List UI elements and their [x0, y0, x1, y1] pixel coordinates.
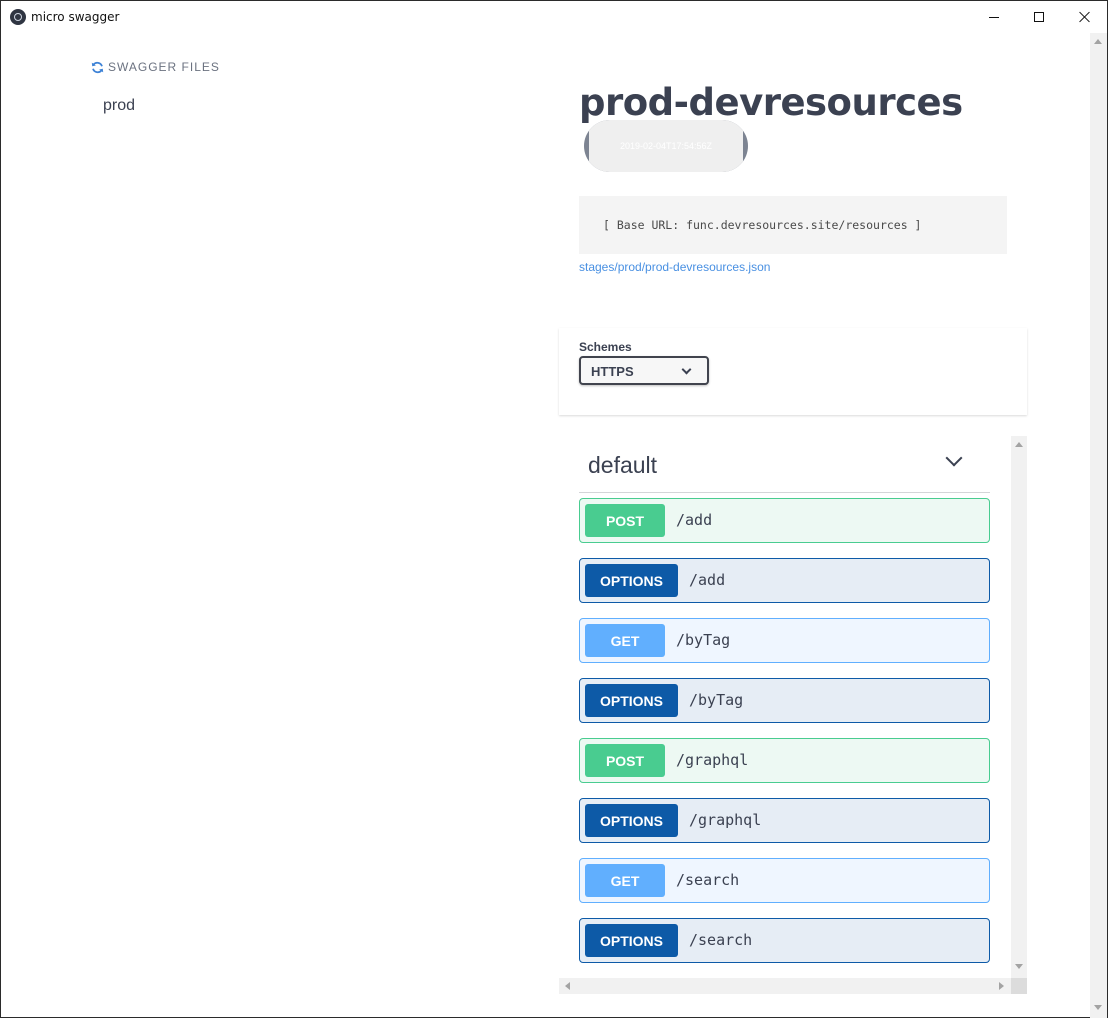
- tag-name: default: [588, 452, 658, 478]
- sidebar-item-prod[interactable]: prod: [103, 97, 135, 115]
- scroll-down-icon[interactable]: [1015, 964, 1023, 969]
- base-url-box: [ Base URL: func.devresources.site/resou…: [579, 196, 1007, 254]
- method-badge: OPTIONS: [585, 684, 678, 717]
- operation-path: /add: [689, 571, 726, 589]
- base-url: [ Base URL: func.devresources.site/resou…: [603, 218, 922, 232]
- schemes-value: HTTPS: [591, 364, 634, 379]
- operation-row[interactable]: OPTIONS /search: [579, 918, 990, 963]
- method-badge: GET: [585, 624, 665, 657]
- maximize-icon: [1034, 12, 1044, 22]
- method-badge: POST: [585, 744, 665, 777]
- close-icon: [1079, 11, 1091, 23]
- schemes-panel: Schemes HTTPS: [559, 328, 1027, 415]
- method-badge: OPTIONS: [585, 564, 678, 597]
- scroll-left-icon[interactable]: [565, 982, 570, 990]
- operations-vertical-scrollbar[interactable]: [1011, 436, 1027, 978]
- tag-header[interactable]: default: [579, 436, 990, 493]
- title-bar: micro swagger: [1, 1, 1107, 33]
- page-title: prod-devresources: [579, 81, 963, 124]
- operation-path: /search: [676, 871, 740, 889]
- operations-horizontal-scrollbar[interactable]: [559, 978, 1011, 994]
- operations-scroll-area: default POST /add OPTIONS /add GET /byTa…: [559, 436, 1027, 996]
- operation-path: /search: [689, 931, 753, 949]
- schemes-label: Schemes: [579, 340, 632, 354]
- version-badge-inner: 2019-02-04T17:54:56Z: [589, 120, 743, 172]
- operation-path: /graphql: [676, 751, 749, 769]
- method-badge: POST: [585, 504, 665, 537]
- method-badge: OPTIONS: [585, 924, 678, 957]
- chevron-down-icon[interactable]: [945, 449, 963, 467]
- operation-row[interactable]: GET /byTag: [579, 618, 990, 663]
- schemes-select[interactable]: HTTPS: [579, 356, 709, 385]
- scroll-down-icon[interactable]: [1094, 1005, 1102, 1010]
- sidebar-title: SWAGGER FILES: [108, 60, 220, 74]
- scroll-up-icon[interactable]: [1015, 442, 1023, 447]
- operation-path: /graphql: [689, 811, 762, 829]
- method-badge: GET: [585, 864, 665, 897]
- operation-path: /add: [676, 511, 713, 529]
- scroll-up-icon[interactable]: [1094, 39, 1102, 44]
- operation-row[interactable]: OPTIONS /graphql: [579, 798, 990, 843]
- scrollbar-corner: [1011, 978, 1027, 994]
- refresh-icon[interactable]: [91, 61, 104, 74]
- operation-row[interactable]: POST /graphql: [579, 738, 990, 783]
- operation-row[interactable]: OPTIONS /add: [579, 558, 990, 603]
- maximize-button[interactable]: [1016, 1, 1062, 33]
- operation-path: /byTag: [689, 691, 744, 709]
- version-text: 2019-02-04T17:54:56Z: [619, 141, 713, 151]
- app-logo-icon: [10, 9, 26, 25]
- method-badge: OPTIONS: [585, 804, 678, 837]
- close-button[interactable]: [1062, 1, 1108, 33]
- window-title: micro swagger: [31, 10, 120, 24]
- operation-row[interactable]: GET /search: [579, 858, 990, 903]
- app-window: micro swagger SWAGGER FILES prod prod-de…: [0, 0, 1108, 1018]
- scroll-right-icon[interactable]: [999, 982, 1004, 990]
- page-scrollbar[interactable]: [1090, 33, 1107, 1018]
- chevron-down-icon: [681, 364, 692, 375]
- operation-row[interactable]: POST /add: [579, 498, 990, 543]
- minimize-icon: [989, 16, 999, 18]
- minimize-button[interactable]: [971, 1, 1017, 33]
- spec-link[interactable]: stages/prod/prod-devresources.json: [579, 260, 770, 274]
- version-badge: 2019-02-04T17:54:56Z: [584, 120, 748, 172]
- operation-path: /byTag: [676, 631, 731, 649]
- operation-row[interactable]: OPTIONS /byTag: [579, 678, 990, 723]
- sidebar-header[interactable]: SWAGGER FILES: [91, 60, 220, 74]
